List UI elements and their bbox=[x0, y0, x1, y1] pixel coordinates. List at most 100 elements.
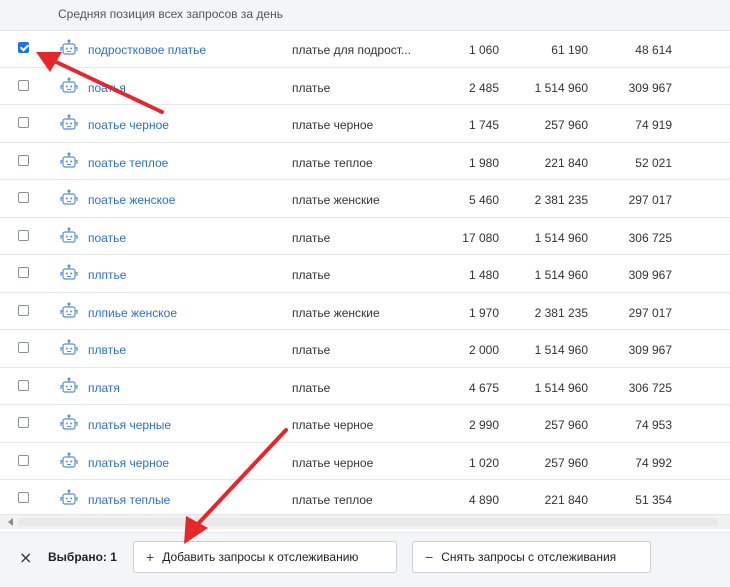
row-checkbox[interactable] bbox=[18, 229, 29, 241]
query-link[interactable]: плвтье bbox=[88, 343, 126, 357]
row-checkbox[interactable] bbox=[18, 42, 29, 53]
add-tracking-button[interactable]: + Добавить запросы к отслеживанию bbox=[133, 541, 397, 573]
query-table-body: подростковое платье платье для подрост...… bbox=[0, 30, 730, 518]
table-row[interactable]: поатье платье 17 080 1 514 960 306 725 bbox=[0, 218, 730, 255]
table-row[interactable]: поатье теплое платье теплое 1 980 221 840 52… bbox=[0, 143, 730, 180]
row-checkbox[interactable] bbox=[18, 117, 29, 128]
row-checkbox[interactable] bbox=[18, 267, 29, 278]
scrollbar-thumb[interactable] bbox=[18, 518, 718, 526]
robot-icon bbox=[60, 114, 78, 132]
value-1: 4 675 bbox=[468, 380, 499, 395]
value-2: 1 514 960 bbox=[534, 343, 588, 357]
value-3: 297 017 bbox=[628, 193, 672, 207]
row-checkbox[interactable] bbox=[18, 379, 29, 391]
matched-phrase: платье черное bbox=[292, 418, 374, 432]
value-1: 1 970 bbox=[468, 305, 499, 320]
remove-tracking-button[interactable]: − Снять запросы с отслеживания bbox=[412, 541, 651, 573]
value-2: 1 514 960 bbox=[534, 230, 588, 245]
table-row[interactable]: платя платье 4 675 1 514 960 306 725 bbox=[0, 368, 730, 405]
close-icon[interactable]: × bbox=[19, 548, 32, 567]
value-1: 5 460 bbox=[468, 193, 499, 207]
value-1: 1 020 bbox=[468, 455, 499, 470]
value-3: 74 919 bbox=[635, 118, 672, 132]
table-row[interactable]: поатья платье 2 485 1 514 960 309 967 bbox=[0, 68, 730, 105]
query-link[interactable]: поатье теплое bbox=[88, 156, 168, 170]
value-1: 2 000 bbox=[468, 343, 499, 357]
value-1: 1 480 bbox=[468, 268, 499, 282]
value-1: 17 080 bbox=[462, 230, 499, 245]
robot-icon bbox=[60, 414, 78, 432]
value-3: 309 967 bbox=[628, 80, 672, 95]
matched-phrase: платье bbox=[292, 380, 331, 395]
table-row[interactable]: плвтье платье 2 000 1 514 960 309 967 bbox=[0, 330, 730, 368]
robot-icon bbox=[60, 152, 78, 170]
selected-count: Выбрано: 1 bbox=[48, 550, 117, 564]
table-row[interactable]: поатье женское платье женские 5 460 2 381 2… bbox=[0, 180, 730, 218]
row-checkbox[interactable] bbox=[18, 417, 29, 428]
query-link[interactable]: платья черные bbox=[88, 418, 171, 432]
matched-phrase: платье bbox=[292, 343, 331, 357]
value-2: 221 840 bbox=[544, 155, 588, 170]
value-3: 52 021 bbox=[635, 155, 672, 170]
row-checkbox[interactable] bbox=[18, 304, 29, 316]
query-link[interactable]: платья теплые bbox=[88, 493, 170, 507]
value-1: 1 980 bbox=[468, 155, 499, 170]
query-link[interactable]: платья черное bbox=[88, 456, 169, 470]
query-link[interactable]: поатье женское bbox=[88, 193, 175, 207]
table-row[interactable]: платья теплые платье теплое 4 890 221 840 51… bbox=[0, 480, 730, 518]
row-checkbox[interactable] bbox=[18, 454, 29, 466]
matched-phrase: платье bbox=[292, 80, 331, 95]
robot-icon bbox=[60, 264, 78, 282]
value-2: 257 960 bbox=[544, 455, 588, 470]
table-row[interactable]: поатье черное платье черное 1 745 257 960 74… bbox=[0, 105, 730, 143]
row-checkbox[interactable] bbox=[18, 492, 29, 503]
row-checkbox[interactable] bbox=[18, 342, 29, 353]
robot-icon bbox=[60, 339, 78, 357]
row-checkbox[interactable] bbox=[18, 79, 29, 91]
value-3: 74 953 bbox=[635, 418, 672, 432]
query-link[interactable]: поатье черное bbox=[88, 118, 169, 132]
matched-phrase: платье теплое bbox=[292, 155, 373, 170]
value-2: 2 381 235 bbox=[534, 193, 588, 207]
value-2: 2 381 235 bbox=[534, 305, 588, 320]
value-1: 4 890 bbox=[468, 493, 499, 507]
row-checkbox[interactable] bbox=[18, 192, 29, 203]
query-link[interactable]: поатье bbox=[88, 231, 126, 245]
robot-icon bbox=[60, 377, 78, 395]
value-2: 257 960 bbox=[544, 418, 588, 432]
selection-footer: × Выбрано: 1 + Добавить запросы к отслеж… bbox=[0, 532, 730, 587]
remove-tracking-label: Снять запросы с отслеживания bbox=[441, 550, 617, 564]
robot-icon bbox=[60, 302, 78, 320]
scroll-left-arrow-icon[interactable] bbox=[8, 518, 13, 526]
table-row[interactable]: платья черное платье черное 1 020 257 960 74… bbox=[0, 443, 730, 480]
value-1: 1 745 bbox=[468, 118, 499, 132]
table-header: Средняя позиция всех запросов за день bbox=[0, 0, 730, 31]
row-checkbox[interactable] bbox=[18, 154, 29, 166]
robot-icon bbox=[60, 189, 78, 207]
value-3: 48 614 bbox=[635, 43, 672, 57]
robot-icon bbox=[60, 77, 78, 95]
table-row[interactable]: плпиье женское платье женские 1 970 2 381 2… bbox=[0, 293, 730, 330]
query-link[interactable]: плпиье женское bbox=[88, 306, 177, 320]
query-link[interactable]: плптье bbox=[88, 268, 126, 282]
robot-icon bbox=[60, 452, 78, 470]
value-3: 74 992 bbox=[635, 455, 672, 470]
value-3: 306 725 bbox=[628, 380, 672, 395]
query-link[interactable]: поатья bbox=[88, 81, 126, 95]
table-row[interactable]: плптье платье 1 480 1 514 960 309 967 bbox=[0, 255, 730, 293]
minus-icon: − bbox=[425, 549, 434, 565]
query-link[interactable]: платя bbox=[88, 381, 120, 395]
table-row[interactable]: платья черные платье черное 2 990 257 960 74… bbox=[0, 405, 730, 443]
value-3: 297 017 bbox=[628, 305, 672, 320]
plus-icon: + bbox=[146, 549, 155, 565]
query-link[interactable]: подростковое платье bbox=[88, 43, 206, 57]
value-1: 2 990 bbox=[468, 418, 499, 432]
value-1: 1 060 bbox=[468, 43, 499, 57]
matched-phrase: платье женские bbox=[292, 305, 380, 320]
table-row[interactable]: подростковое платье платье для подрост...… bbox=[0, 30, 730, 68]
matched-phrase: платье женские bbox=[292, 193, 380, 207]
matched-phrase: платье теплое bbox=[292, 493, 373, 507]
horizontal-scrollbar[interactable] bbox=[0, 514, 730, 529]
value-2: 257 960 bbox=[544, 118, 588, 132]
value-3: 51 354 bbox=[635, 493, 672, 507]
